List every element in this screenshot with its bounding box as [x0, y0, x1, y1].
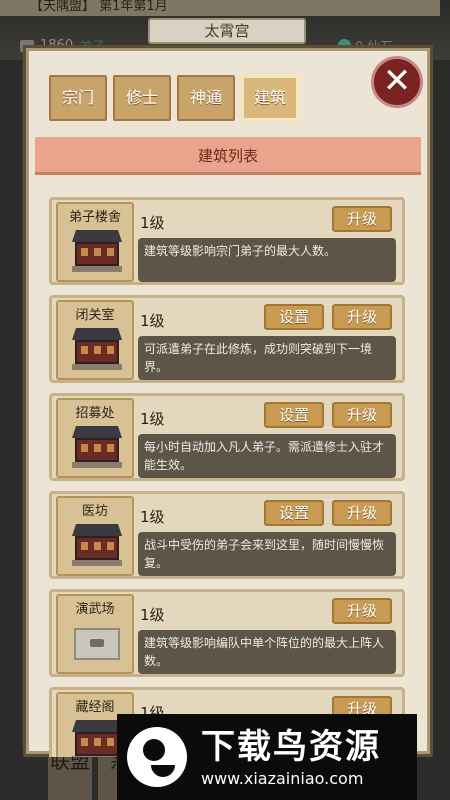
building-level: 1级: [140, 214, 165, 232]
building-description: 建筑等级影响宗门弟子的最大人数。: [138, 238, 396, 282]
building-name: 医坊: [81, 504, 108, 519]
tab-bar: 宗门 修士 神通 建筑: [49, 75, 299, 121]
building-thumbnail[interactable]: 医坊: [56, 496, 134, 576]
upgrade-button[interactable]: 升级: [332, 206, 392, 232]
background-left: [0, 60, 22, 760]
building-thumbnail[interactable]: 弟子楼舍: [56, 202, 134, 282]
building-thumbnail[interactable]: 招募处: [56, 398, 134, 478]
building-card: 演武场 1级 升级 建筑等级影响编队中单个阵位的的最大上阵人数。: [49, 589, 405, 677]
building-description: 建筑等级影响编队中单个阵位的的最大上阵人数。: [138, 630, 396, 674]
building-description: 战斗中受伤的弟子会来到这里，随时间慢慢恢复。: [138, 532, 396, 576]
building-name: 招募处: [75, 406, 115, 421]
building-list: 弟子楼舍 1级 升级 建筑等级影响宗门弟子的最大人数。 闭关室 1级 设置 升级…: [49, 197, 411, 757]
building-name: 弟子楼舍: [68, 210, 121, 225]
background-right: [428, 60, 450, 760]
building-level: 1级: [140, 508, 165, 526]
building-name: 演武场: [75, 602, 115, 617]
building-level: 1级: [140, 410, 165, 428]
building-icon: [72, 524, 122, 568]
upgrade-button[interactable]: 升级: [332, 598, 392, 624]
close-button[interactable]: ✕: [371, 56, 423, 108]
building-panel: 宗门 修士 神通 建筑 ✕ 建筑列表 弟子楼舍 1级 升级 建筑等级影响宗门弟子…: [26, 48, 430, 757]
tab-sect[interactable]: 宗门: [49, 75, 107, 121]
background-title: 【天隅盟】 第1年第1月: [0, 0, 440, 16]
building-icon: [72, 426, 122, 470]
bird-logo-icon: [127, 727, 187, 787]
upgrade-button[interactable]: 升级: [332, 402, 392, 428]
building-thumbnail[interactable]: 演武场: [56, 594, 134, 674]
building-card: 弟子楼舍 1级 升级 建筑等级影响宗门弟子的最大人数。: [49, 197, 405, 285]
palace-title: 太霄宫: [148, 18, 306, 44]
watermark: 下载鸟资源 www.xiazainiao.com: [117, 714, 417, 800]
setting-button[interactable]: 设置: [264, 402, 324, 428]
building-icon: [72, 328, 122, 372]
building-thumbnail[interactable]: 闭关室: [56, 300, 134, 380]
setting-button[interactable]: 设置: [264, 500, 324, 526]
training-ground-icon: [72, 622, 122, 666]
building-level: 1级: [140, 312, 165, 330]
tab-buildings[interactable]: 建筑: [241, 75, 299, 121]
close-icon: ✕: [382, 61, 412, 101]
tab-cultivators[interactable]: 修士: [113, 75, 171, 121]
building-name: 藏经阁: [75, 700, 115, 715]
building-card: 医坊 1级 设置 升级 战斗中受伤的弟子会来到这里，随时间慢慢恢复。: [49, 491, 405, 579]
building-level: 1级: [140, 606, 165, 624]
building-description: 每小时自动加入凡人弟子。需派遣修士入驻才能生效。: [138, 434, 396, 478]
tab-skills[interactable]: 神通: [177, 75, 235, 121]
setting-button[interactable]: 设置: [264, 304, 324, 330]
upgrade-button[interactable]: 升级: [332, 500, 392, 526]
building-description: 可派遣弟子在此修炼，成功则突破到下一境界。: [138, 336, 396, 380]
building-icon: [72, 720, 122, 757]
building-icon: [72, 230, 122, 274]
building-card: 招募处 1级 设置 升级 每小时自动加入凡人弟子。需派遣修士入驻才能生效。: [49, 393, 405, 481]
upgrade-button[interactable]: 升级: [332, 304, 392, 330]
building-card: 闭关室 1级 设置 升级 可派遣弟子在此修炼，成功则突破到下一境界。: [49, 295, 405, 383]
watermark-url: www.xiazainiao.com: [201, 768, 364, 788]
watermark-title: 下载鸟资源: [201, 726, 381, 767]
list-header: 建筑列表: [35, 137, 421, 175]
building-name: 闭关室: [75, 308, 115, 323]
